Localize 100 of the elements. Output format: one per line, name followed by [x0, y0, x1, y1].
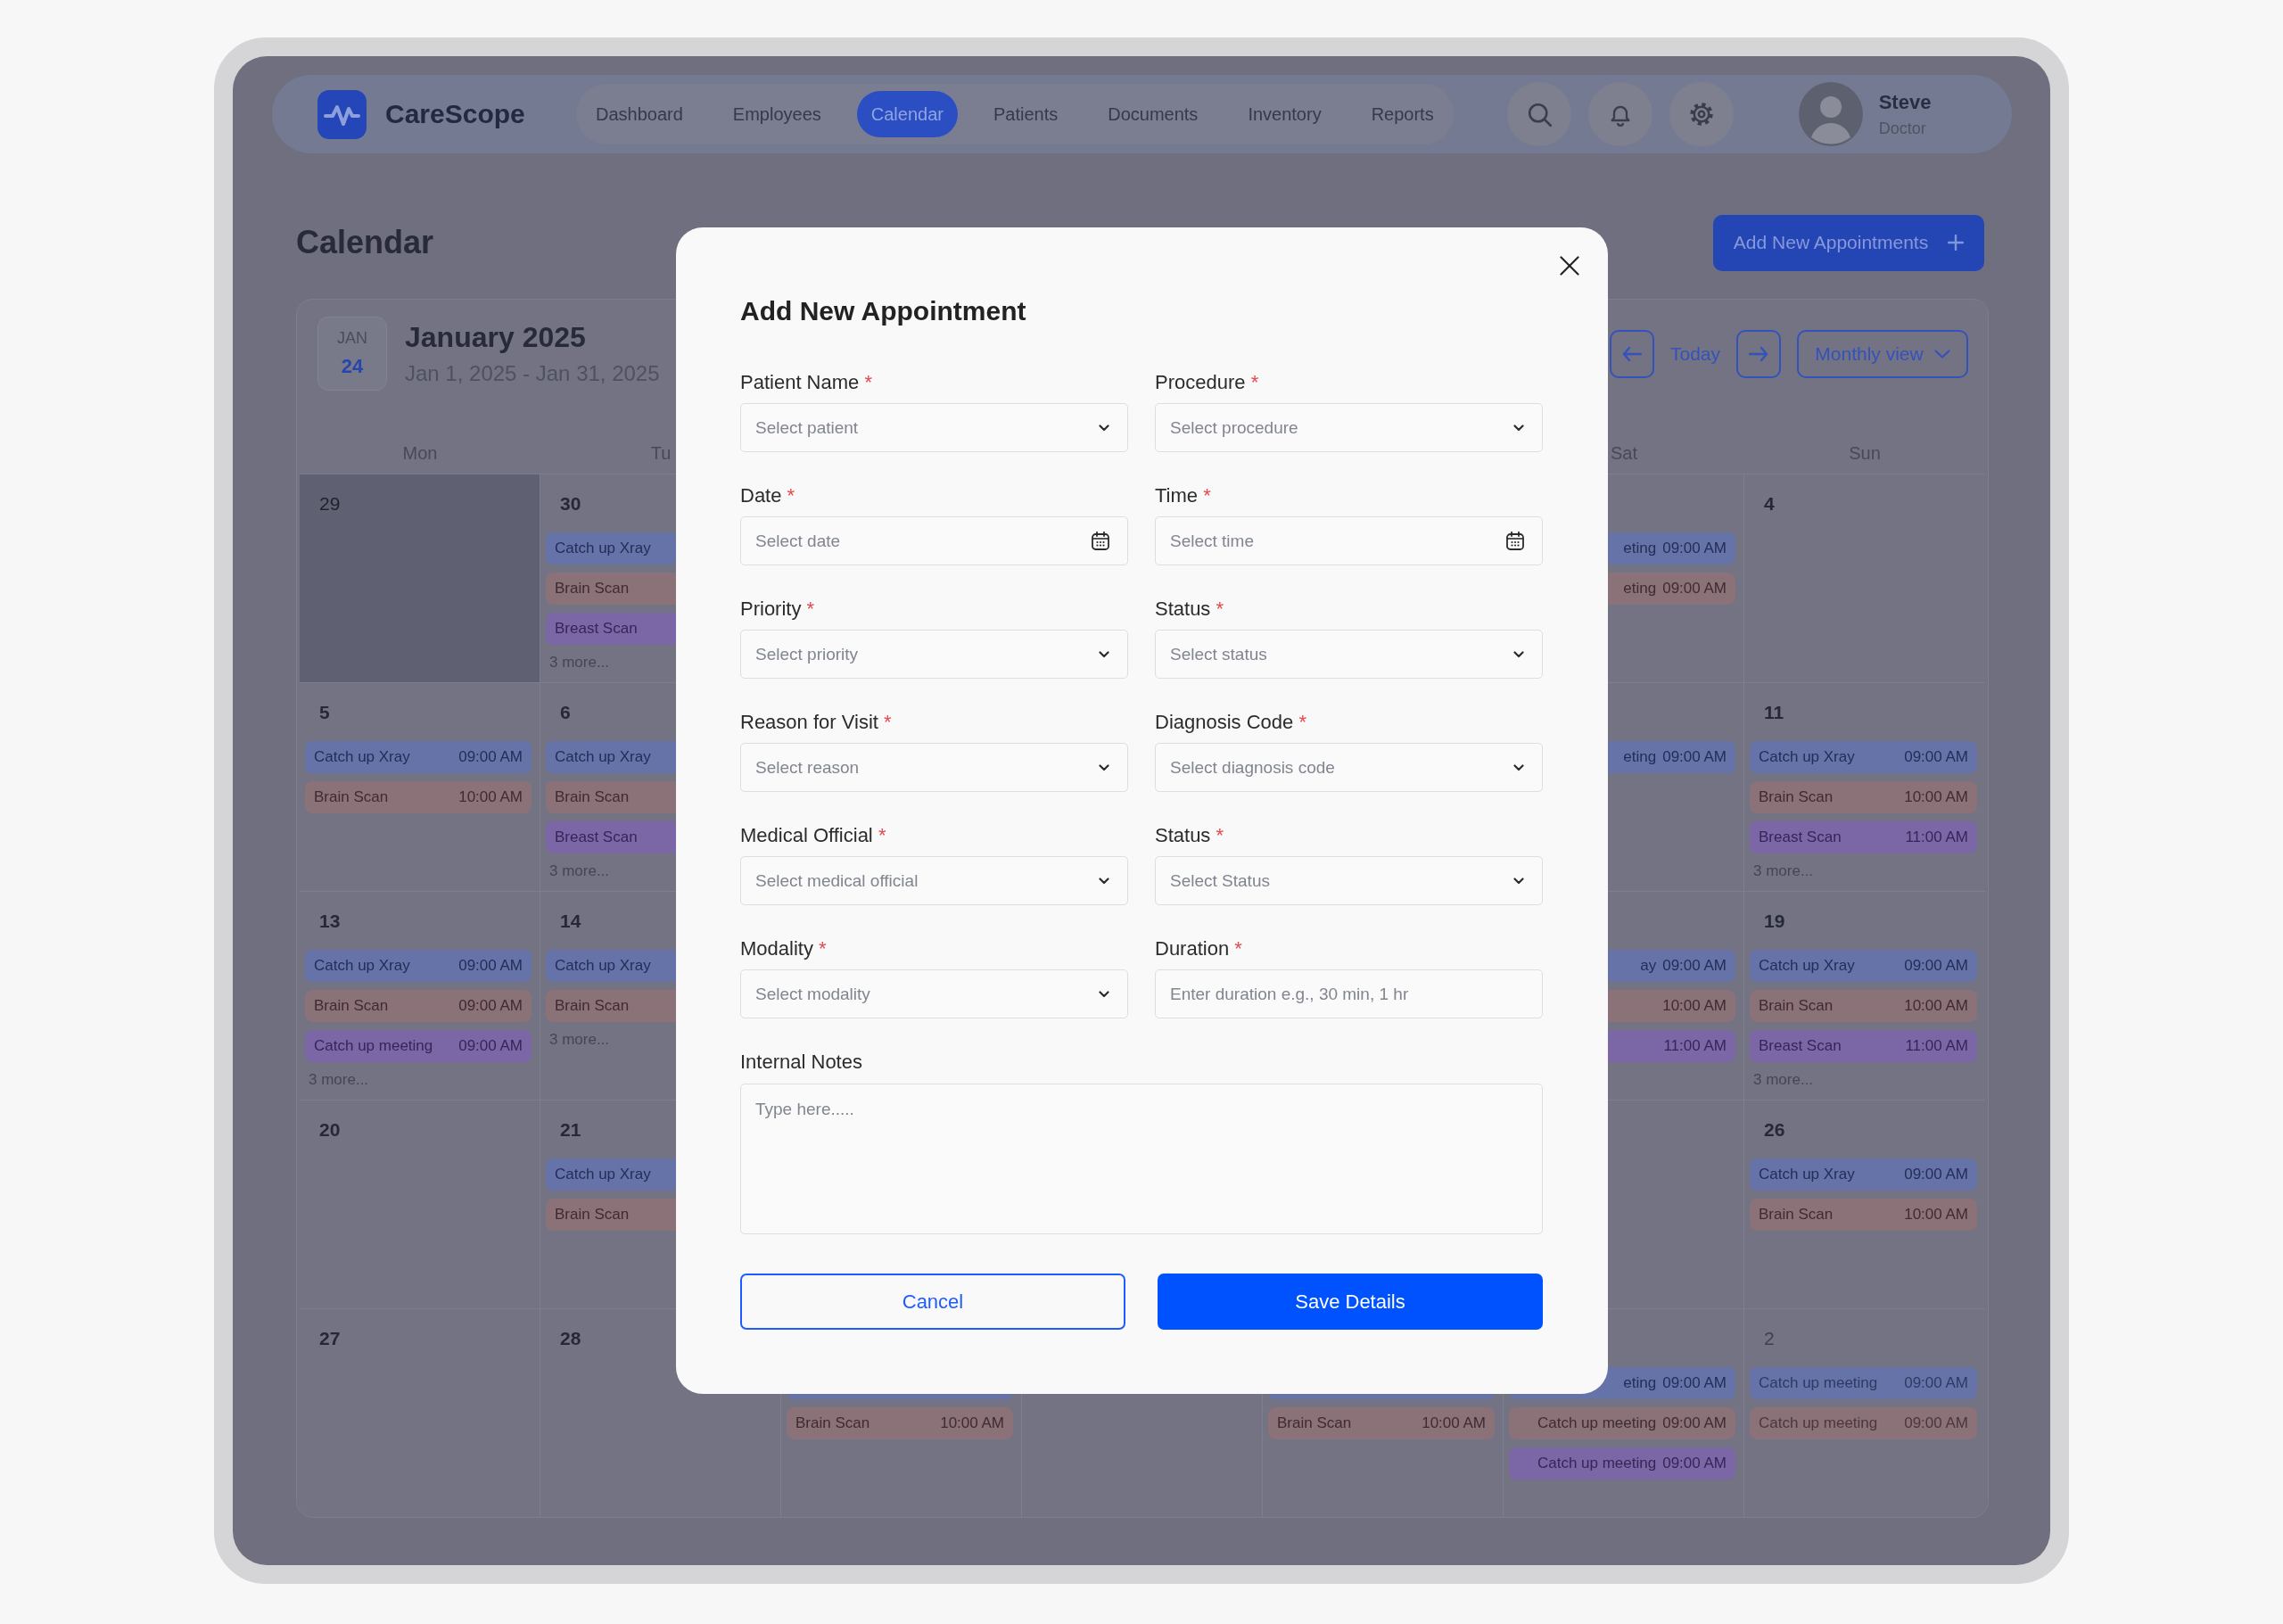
event-title: Breast Scan — [1759, 1037, 1842, 1055]
day-number: 5 — [319, 702, 330, 722]
close-icon[interactable] — [1560, 256, 1579, 276]
event-title: Catch up meeting — [314, 1037, 433, 1055]
dropdown-field[interactable]: Select Status — [1155, 856, 1543, 905]
event-time: 09:00 AM — [458, 997, 523, 1015]
event-chip[interactable]: Catch up meeting 09:00 AM — [305, 1030, 532, 1062]
event-time: 11:00 AM — [1905, 1037, 1968, 1055]
event-chip[interactable]: Brain Scan 10:00 AM — [787, 1407, 1013, 1439]
notes-field[interactable]: Type here..... — [740, 1084, 1543, 1234]
event-title: Catch up Xray — [314, 957, 410, 975]
event-time: 09:00 AM — [1662, 1414, 1727, 1432]
event-title: Brain Scan — [555, 580, 630, 598]
dropdown-field[interactable]: Select procedure — [1155, 403, 1543, 452]
dropdown-field[interactable]: Select diagnosis code — [1155, 743, 1543, 792]
dropdown-field[interactable]: Select medical official — [740, 856, 1128, 905]
event-time: 10:00 AM — [1904, 1206, 1968, 1224]
event-title: eting — [1623, 1374, 1657, 1392]
event-time: 10:00 AM — [1422, 1414, 1486, 1432]
dropdown-field[interactable]: Select patient — [740, 403, 1128, 452]
event-chip[interactable]: Brain Scan 10:00 AM — [1750, 1199, 1977, 1231]
day-number: 27 — [319, 1328, 341, 1348]
event-title: eting — [1623, 580, 1657, 598]
nav-tab[interactable]: Patients — [978, 91, 1073, 137]
day-number: 14 — [560, 911, 581, 931]
event-title: eting — [1623, 540, 1657, 557]
event-time: 10:00 AM — [1904, 788, 1968, 806]
event-chip[interactable]: Brain Scan 10:00 AM — [305, 781, 532, 813]
event-chip[interactable]: Brain Scan 10:00 AM — [1750, 781, 1977, 813]
event-time: 10:00 AM — [940, 1414, 1004, 1432]
event-time: 10:00 AM — [458, 788, 523, 806]
chevron-down-icon — [1099, 650, 1109, 658]
plus-icon — [1948, 235, 1965, 251]
event-time: 10:00 AM — [1662, 997, 1727, 1015]
chevron-down-icon — [1513, 877, 1524, 885]
user-avatar-icon[interactable] — [1798, 82, 1863, 146]
event-time: 09:00 AM — [1662, 748, 1727, 766]
dropdown-field[interactable]: Select modality — [740, 969, 1128, 1018]
event-chip[interactable]: Breast Scan 11:00 AM — [1750, 1030, 1977, 1062]
event-chip[interactable]: Catch up meeting 09:00 AM — [1509, 1407, 1735, 1439]
day-number: 21 — [560, 1119, 581, 1140]
event-title: Catch up meeting — [1537, 1414, 1657, 1432]
date-picker-field[interactable]: Select time — [1155, 516, 1543, 565]
event-title: eting — [1623, 748, 1657, 766]
dialog-title: Add New Appointment — [740, 295, 1027, 327]
nav-tab[interactable]: Employees — [718, 91, 836, 137]
add-appointment-button[interactable]: Add New Appointments — [1713, 214, 1984, 271]
input-field[interactable]: Enter duration e.g., 30 min, 1 hr — [1155, 969, 1543, 1018]
dropdown-field[interactable]: Select priority — [740, 630, 1128, 679]
event-chip[interactable]: Brain Scan 09:00 AM — [305, 990, 532, 1022]
day-number: 29 — [319, 493, 341, 514]
day-number: 13 — [319, 911, 341, 931]
event-chip[interactable]: Catch up Xray 09:00 AM — [305, 950, 532, 982]
event-title: Breast Scan — [555, 828, 638, 846]
event-chip[interactable]: Catch up Xray 09:00 AM — [1750, 950, 1977, 982]
event-chip[interactable]: Catch up meeting 09:00 AM — [1750, 1367, 1977, 1399]
event-title: Brain Scan — [314, 788, 389, 806]
field-label: Status * — [1155, 823, 1224, 848]
event-title: Breast Scan — [555, 620, 638, 638]
event-time: 09:00 AM — [1662, 1455, 1727, 1472]
nav-tab[interactable]: Dashboard — [581, 91, 697, 137]
dropdown-field[interactable]: Select status — [1155, 630, 1543, 679]
nav-tab[interactable]: Documents — [1093, 91, 1213, 137]
save-button[interactable]: Save Details — [1158, 1274, 1543, 1330]
event-chip[interactable]: Breast Scan 11:00 AM — [1750, 821, 1977, 853]
arrow-right-icon — [1749, 345, 1768, 362]
search-icon — [1526, 102, 1552, 127]
nav-tab[interactable]: Reports — [1356, 91, 1448, 137]
cancel-button[interactable]: Cancel — [740, 1274, 1125, 1330]
field-label: Date * — [740, 483, 795, 508]
event-chip[interactable]: Brain Scan 10:00 AM — [1750, 990, 1977, 1022]
event-time: 09:00 AM — [1662, 580, 1727, 598]
event-time: 09:00 AM — [1662, 1374, 1727, 1392]
event-chip[interactable]: Brain Scan 10:00 AM — [1268, 1407, 1495, 1439]
chevron-down-icon — [1099, 763, 1109, 771]
event-title: Brain Scan — [1759, 788, 1834, 806]
event-title: Brain Scan — [1759, 997, 1834, 1015]
date-picker-field[interactable]: Select date — [740, 516, 1128, 565]
event-title: Brain Scan — [795, 1414, 870, 1432]
next-button[interactable] — [1736, 329, 1781, 378]
event-title: Catch up Xray — [555, 540, 651, 557]
chevron-down-icon — [1099, 877, 1109, 885]
dropdown-field[interactable]: Select reason — [740, 743, 1128, 792]
event-title: Brain Scan — [1277, 1414, 1352, 1432]
event-title: Breast Scan — [1759, 828, 1842, 846]
chevron-down-icon — [1933, 349, 1950, 359]
nav-tab[interactable]: Calendar — [856, 91, 958, 137]
event-title: Catch up meeting — [1759, 1414, 1878, 1432]
day-number: 20 — [319, 1119, 341, 1140]
event-chip[interactable]: Catch up Xray 09:00 AM — [1750, 1158, 1977, 1191]
day-number: 6 — [560, 702, 571, 722]
event-chip[interactable]: Catch up Xray 09:00 AM — [305, 741, 532, 773]
nav-tab[interactable]: Inventory — [1233, 91, 1336, 137]
event-chip[interactable]: Catch up meeting 09:00 AM — [1750, 1407, 1977, 1439]
event-chip[interactable]: Catch up meeting 09:00 AM — [1509, 1447, 1735, 1480]
event-chip[interactable]: Catch up Xray 09:00 AM — [1750, 741, 1977, 773]
day-number: 19 — [1764, 911, 1785, 931]
event-title: ay — [1640, 957, 1657, 975]
event-title: Brain Scan — [555, 788, 630, 806]
field-label: Duration * — [1155, 936, 1242, 961]
